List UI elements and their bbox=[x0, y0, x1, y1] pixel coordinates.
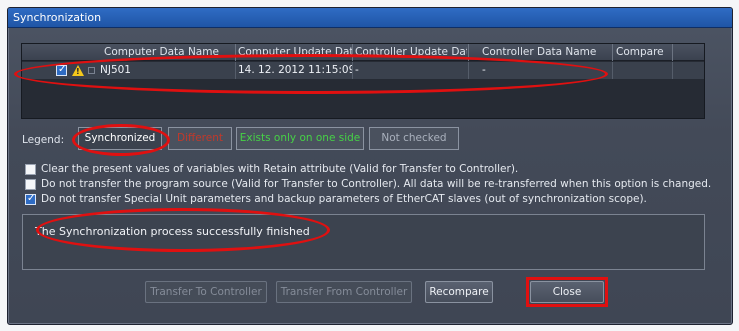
legend-different: Different bbox=[168, 127, 232, 150]
annotation-box-close bbox=[526, 277, 608, 307]
screen: Synchronization Computer Data Name Compu… bbox=[0, 0, 739, 331]
option-skip-special-unit-params-checkbox[interactable] bbox=[25, 193, 36, 205]
legend-not-checked: Not checked bbox=[369, 127, 459, 150]
column-separator[interactable] bbox=[672, 44, 673, 61]
title-bar: Synchronization bbox=[8, 8, 732, 28]
option-skip-program-source-label: Do not transfer the program source (Vali… bbox=[41, 178, 712, 190]
option-skip-program-source-checkbox[interactable] bbox=[25, 179, 36, 190]
option-skip-special-unit-params-label: Do not transfer Special Unit parameters … bbox=[41, 193, 647, 205]
window-title: Synchronization bbox=[13, 11, 102, 24]
cell-separator bbox=[672, 62, 673, 79]
transfer-to-controller-button[interactable]: Transfer To Controller bbox=[145, 281, 267, 303]
legend-exists-only-one-side: Exists only on one side bbox=[236, 127, 364, 150]
legend-label: Legend: bbox=[22, 134, 65, 146]
option-clear-retain-checkbox[interactable] bbox=[25, 164, 36, 175]
option-clear-retain-label: Clear the present values of variables wi… bbox=[41, 163, 519, 175]
recompare-button[interactable]: Recompare bbox=[425, 281, 493, 303]
annotation-ellipse-legend bbox=[72, 124, 170, 156]
column-separator[interactable] bbox=[612, 44, 613, 61]
column-compare[interactable]: Compare bbox=[616, 46, 676, 58]
annotation-ellipse-message bbox=[36, 208, 330, 252]
column-controller-data-name[interactable]: Controller Data Name bbox=[482, 46, 612, 58]
cell-separator bbox=[612, 62, 613, 79]
annotation-ellipse-row bbox=[14, 54, 608, 94]
transfer-from-controller-button[interactable]: Transfer From Controller bbox=[276, 281, 412, 303]
